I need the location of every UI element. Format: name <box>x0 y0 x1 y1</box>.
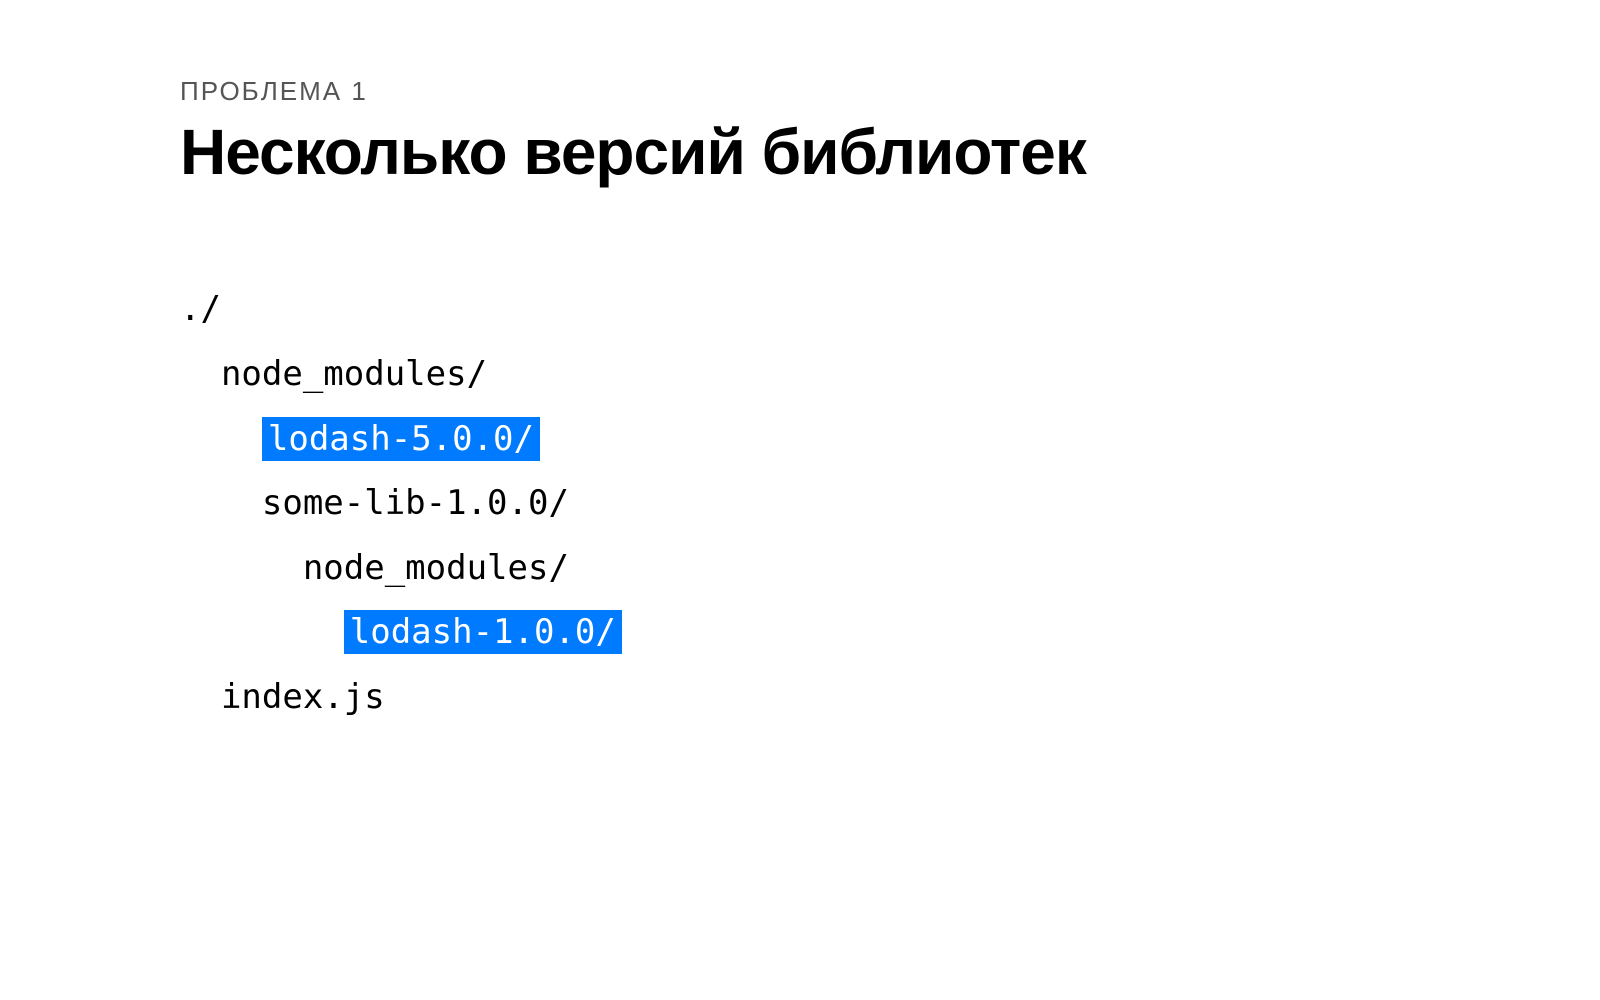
tree-line: node_modules/ <box>180 536 1420 601</box>
tree-line: lodash-1.0.0/ <box>180 600 1420 665</box>
tree-line: index.js <box>180 665 1420 730</box>
highlighted-path: lodash-5.0.0/ <box>262 417 540 461</box>
highlighted-path: lodash-1.0.0/ <box>344 610 622 654</box>
slide-eyebrow: ПРОБЛЕМА 1 <box>180 76 1420 107</box>
file-tree: ./ node_modules/ lodash-5.0.0/ some-lib-… <box>180 277 1420 729</box>
path-segment: node_modules/ <box>221 354 487 394</box>
tree-line: lodash-5.0.0/ <box>180 407 1420 472</box>
path-segment: some-lib-1.0.0/ <box>262 483 569 523</box>
path-segment: node_modules/ <box>303 548 569 588</box>
tree-line: node_modules/ <box>180 342 1420 407</box>
path-segment: ./ <box>180 289 221 329</box>
tree-line: ./ <box>180 277 1420 342</box>
path-segment: index.js <box>221 677 385 717</box>
tree-line: some-lib-1.0.0/ <box>180 471 1420 536</box>
slide-title: Несколько версий библиотек <box>180 117 1420 187</box>
